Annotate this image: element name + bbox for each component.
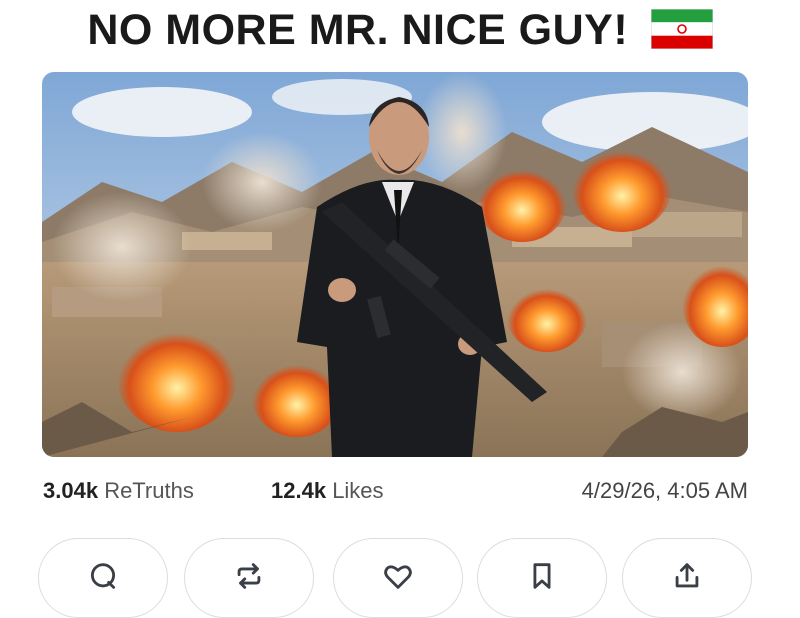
like-button[interactable] — [333, 538, 463, 618]
post-image[interactable] — [42, 72, 748, 457]
retruths-stat[interactable]: 3.04k ReTruths — [43, 478, 194, 504]
share-icon — [675, 563, 699, 588]
likes-label: Likes — [332, 478, 384, 503]
likes-stat[interactable]: 12.4k Likes — [271, 478, 384, 504]
share-button[interactable] — [622, 538, 752, 618]
bookmark-icon — [533, 563, 551, 589]
likes-count: 12.4k — [271, 478, 327, 503]
post-title-text: NO MORE MR. NICE GUY! — [87, 6, 629, 54]
post-timestamp[interactable]: 4/29/26, 4:05 AM — [582, 478, 748, 504]
bookmark-button[interactable] — [477, 538, 607, 618]
iran-flag-icon — [650, 8, 714, 50]
retruths-count: 3.04k — [43, 478, 99, 503]
reply-icon — [90, 563, 116, 589]
action-bar — [0, 538, 800, 618]
like-icon — [384, 565, 412, 589]
post-stats: 3.04k ReTruths 12.4k Likes 4/29/26, 4:05… — [43, 478, 748, 508]
post-title: NO MORE MR. NICE GUY! — [0, 6, 800, 55]
retruth-icon — [237, 563, 261, 589]
reply-button[interactable] — [38, 538, 168, 618]
retruths-label: ReTruths — [104, 478, 194, 503]
retruth-button[interactable] — [184, 538, 314, 618]
